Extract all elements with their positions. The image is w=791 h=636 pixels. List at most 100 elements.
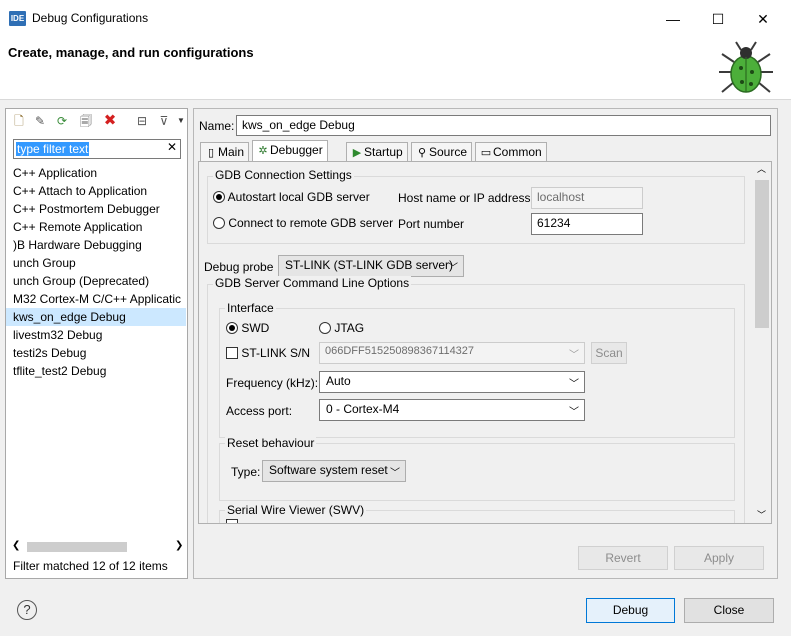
swv-title: Serial Wire Viewer (SWV): [225, 503, 367, 517]
tree-item[interactable]: C++ Remote Application: [6, 218, 186, 236]
debug-probe-label: Debug probe: [204, 260, 274, 274]
tree-item[interactable]: M32 Cortex-M C/C++ Applicatic: [6, 290, 186, 308]
filter-status: Filter matched 12 of 12 items: [13, 559, 168, 573]
tab-main[interactable]: ▯ Main: [200, 142, 250, 161]
reset-type-value: Software system reset: [269, 463, 388, 477]
frequency-label: Frequency (kHz):: [226, 376, 319, 390]
port-input[interactable]: 61234: [531, 213, 643, 235]
host-label: Host name or IP address: [398, 191, 531, 205]
dialog-header: Create, manage, and run configurations: [0, 38, 791, 100]
export-icon[interactable]: ⟳: [54, 113, 70, 129]
tab-debugger[interactable]: ✲ Debugger: [252, 140, 328, 161]
tab-common[interactable]: ▭ Common: [475, 142, 547, 161]
tab-label: Startup: [364, 145, 403, 159]
stlink-sn-value: 066DFF515250898367114327: [325, 345, 475, 357]
stlink-sn-checkbox[interactable]: ST-LINK S/N: [226, 346, 310, 360]
tab-startup[interactable]: ▶ Startup: [346, 142, 408, 161]
scroll-up-icon[interactable]: ︿: [757, 162, 766, 175]
tree-item[interactable]: tflite_test2 Debug: [6, 362, 186, 380]
interface-title: Interface: [225, 301, 276, 315]
gdb-connection-title: GDB Connection Settings: [213, 168, 354, 182]
tree-item[interactable]: C++ Attach to Application: [6, 182, 186, 200]
radio-selected-icon[interactable]: [213, 191, 225, 203]
filter-input-text[interactable]: type filter text: [16, 142, 90, 156]
maximize-button[interactable]: ☐: [695, 0, 741, 38]
scroll-left-icon[interactable]: ❮: [12, 540, 20, 551]
checkbox-icon[interactable]: [226, 347, 238, 359]
jtag-label: JTAG: [334, 321, 365, 335]
radio-unselected-icon[interactable]: [319, 322, 331, 334]
reset-type-label: Type:: [231, 465, 261, 479]
help-icon[interactable]: ?: [17, 600, 37, 620]
debug-probe-select[interactable]: ST-LINK (ST-LINK GDB server) ﹀: [278, 255, 464, 277]
tab-label: Debugger: [270, 143, 323, 157]
debug-button[interactable]: Debug: [586, 598, 675, 623]
close-button[interactable]: Close: [684, 598, 774, 623]
duplicate-icon[interactable]: ✎: [32, 113, 48, 129]
filter-icon[interactable]: ⊽: [156, 113, 172, 129]
autostart-radio[interactable]: Autostart local GDB server: [213, 190, 370, 204]
frequency-select[interactable]: Auto ﹀: [319, 371, 585, 393]
title-bar: IDE Debug Configurations — ☐ ✕: [0, 0, 791, 38]
tree-item[interactable]: testi2s Debug: [6, 344, 186, 362]
chevron-down-icon: ﹀: [390, 468, 400, 479]
configuration-tree-panel: 🗋 ✎ ⟳ 🗐 ✖ ⊟ ⊽ ▼ type filter text ✕ C++ A…: [5, 108, 188, 579]
debug-probe-value: ST-LINK (ST-LINK GDB server): [285, 258, 454, 272]
scroll-down-icon[interactable]: ﹀: [757, 508, 766, 521]
tab-label: Main: [218, 145, 245, 159]
filter-input[interactable]: type filter text ✕: [13, 139, 181, 159]
tree-item[interactable]: C++ Application: [6, 164, 186, 182]
common-tab-icon: ▭: [480, 147, 492, 159]
tree-item[interactable]: kws_on_edge Debug: [6, 308, 186, 326]
stlink-sn-select[interactable]: 066DFF515250898367114327 ﹀: [319, 342, 585, 364]
scan-button[interactable]: Scan: [591, 342, 627, 364]
reset-type-select[interactable]: Software system reset ﹀: [262, 460, 406, 482]
minimize-button[interactable]: —: [650, 0, 696, 38]
copy-icon[interactable]: 🗐: [78, 113, 94, 129]
tree-item[interactable]: unch Group: [6, 254, 186, 272]
apply-button[interactable]: Apply: [674, 546, 764, 570]
view-menu-icon[interactable]: ▼: [176, 113, 186, 129]
name-input[interactable]: kws_on_edge Debug: [236, 115, 771, 136]
configuration-editor: Name: kws_on_edge Debug ▯ Main ✲ Debugger …: [193, 108, 778, 579]
reset-behaviour-title: Reset behaviour: [225, 436, 317, 450]
tree-item[interactable]: unch Group (Deprecated): [6, 272, 186, 290]
header-title: Create, manage, and run configurations: [8, 45, 254, 60]
gdb-connection-group: [207, 176, 745, 244]
tree-item[interactable]: )B Hardware Debugging: [6, 236, 186, 254]
scrollbar-thumb[interactable]: [27, 542, 127, 552]
revert-button[interactable]: Revert: [578, 546, 668, 570]
main-tab-icon: ▯: [207, 147, 215, 159]
new-config-icon[interactable]: 🗋: [11, 113, 27, 129]
host-input[interactable]: localhost: [531, 187, 643, 209]
source-tab-icon: ⚲: [417, 147, 427, 159]
remote-radio[interactable]: Connect to remote GDB server: [213, 216, 393, 230]
tab-label: Common: [493, 145, 542, 159]
checkbox-icon[interactable]: [226, 519, 238, 523]
autostart-label: Autostart local GDB server: [227, 190, 370, 204]
tree-item[interactable]: livestm32 Debug: [6, 326, 186, 344]
debugger-tab-content: GDB Connection Settings Autostart local …: [198, 161, 772, 524]
collapse-all-icon[interactable]: ⊟: [134, 113, 150, 129]
access-port-select[interactable]: 0 - Cortex-M4 ﹀: [319, 399, 585, 421]
vertical-scrollbar[interactable]: ︿ ﹀: [753, 162, 771, 523]
window-title: Debug Configurations: [32, 11, 149, 25]
horizontal-scrollbar[interactable]: ❮ ❯: [12, 540, 184, 554]
frequency-value: Auto: [326, 374, 351, 388]
name-label: Name:: [199, 119, 235, 133]
scrollbar-thumb[interactable]: [755, 180, 769, 328]
app-icon: IDE: [9, 11, 26, 26]
jtag-radio[interactable]: JTAG: [319, 321, 364, 335]
close-window-button[interactable]: ✕: [740, 0, 786, 38]
bug-icon: [719, 41, 773, 93]
delete-icon[interactable]: ✖: [102, 113, 118, 129]
scroll-right-icon[interactable]: ❯: [175, 540, 183, 551]
tab-source[interactable]: ⚲ Source: [411, 142, 473, 161]
stlink-sn-label: ST-LINK S/N: [241, 346, 311, 360]
swd-radio[interactable]: SWD: [226, 321, 269, 335]
radio-selected-icon[interactable]: [226, 322, 238, 334]
tree-item[interactable]: C++ Postmortem Debugger: [6, 200, 186, 218]
radio-unselected-icon[interactable]: [213, 217, 225, 229]
clear-filter-icon[interactable]: ✕: [167, 140, 177, 154]
port-label: Port number: [398, 217, 465, 231]
